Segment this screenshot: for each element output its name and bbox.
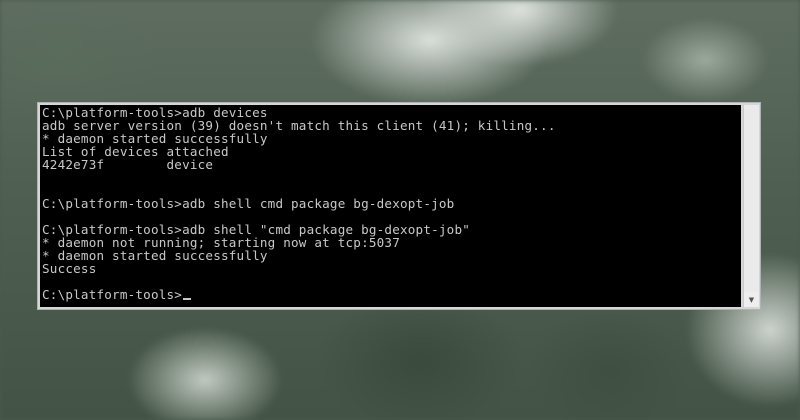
console-prompt: C:\platform-tools> bbox=[42, 287, 183, 302]
command-prompt-window[interactable]: C:\platform-tools>adb devices adb server… bbox=[37, 102, 761, 310]
console-line: 4242e73f device bbox=[42, 157, 214, 172]
vertical-scrollbar[interactable]: ▼ bbox=[743, 105, 759, 307]
console-line: Success bbox=[42, 261, 97, 276]
text-cursor bbox=[183, 298, 192, 300]
down-arrow-icon: ▼ bbox=[748, 295, 755, 304]
console-prompt-line[interactable]: C:\platform-tools> bbox=[42, 288, 741, 301]
console-line: C:\platform-tools>adb shell cmd package … bbox=[42, 196, 455, 211]
console-line: * daemon started successfully bbox=[42, 248, 268, 263]
console-output[interactable]: C:\platform-tools>adb devices adb server… bbox=[40, 105, 741, 307]
scroll-down-button[interactable]: ▼ bbox=[744, 292, 759, 307]
